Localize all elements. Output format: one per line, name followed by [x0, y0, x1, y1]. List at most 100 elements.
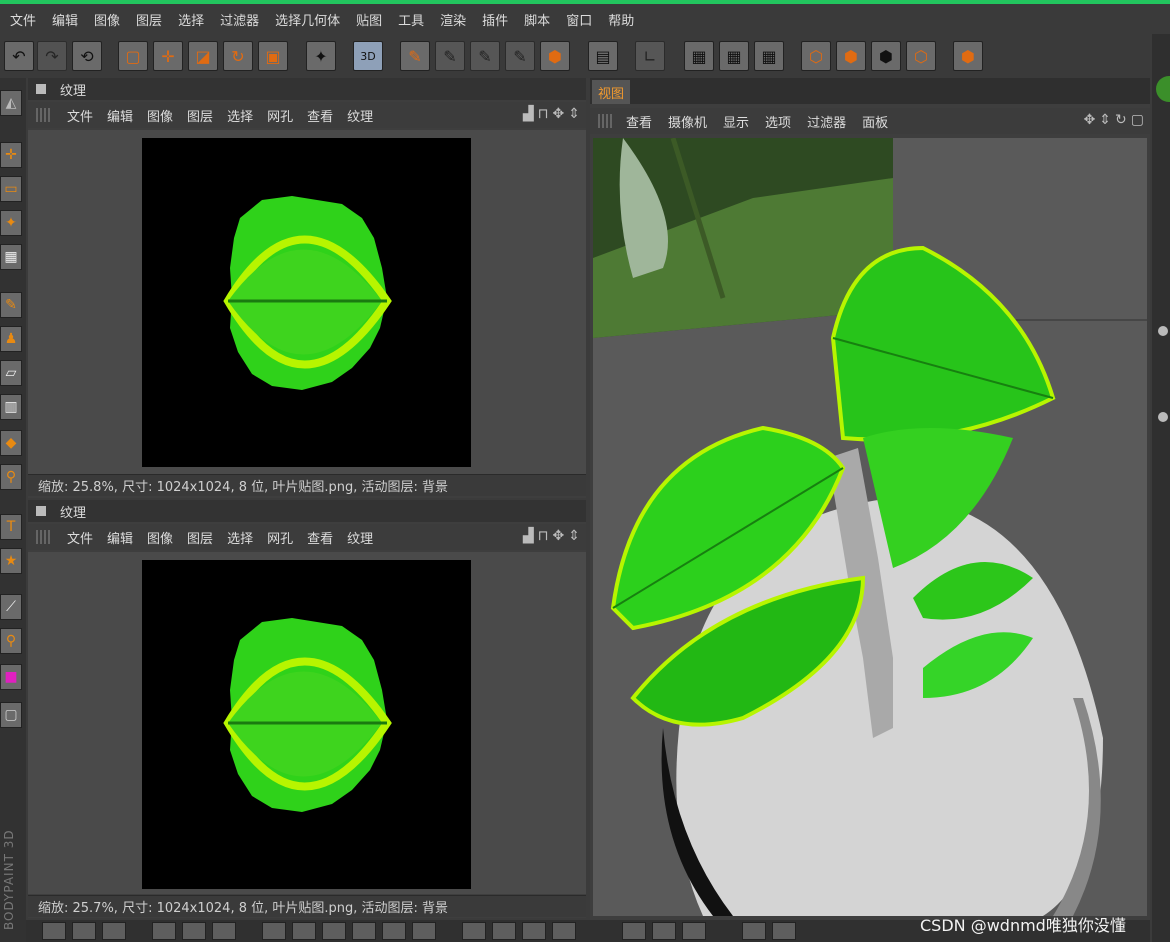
rect-select-icon[interactable]: ▢: [118, 41, 148, 71]
zoom-arrows-icon[interactable]: ⇕: [568, 106, 580, 122]
menu-image[interactable]: 图像: [86, 10, 128, 29]
bottom-tool-icon[interactable]: [292, 922, 316, 940]
checker-tool-icon[interactable]: ▦: [0, 244, 22, 270]
tp2-canvas[interactable]: [28, 552, 586, 894]
cube4-icon[interactable]: ⬡: [906, 41, 936, 71]
tp1-menu-texture[interactable]: 纹理: [340, 106, 380, 125]
menu-window[interactable]: 窗口: [558, 10, 600, 29]
bottom-tool-icon[interactable]: [622, 922, 646, 940]
wand-tool-icon[interactable]: ✦: [0, 210, 22, 236]
menu-layer[interactable]: 图层: [128, 10, 170, 29]
orbit-icon[interactable]: ↻: [1115, 112, 1127, 128]
bottom-tool-icon[interactable]: [682, 922, 706, 940]
bottom-tool-icon[interactable]: [42, 922, 66, 940]
bottom-tool-icon[interactable]: [262, 922, 286, 940]
brush4-icon[interactable]: ✎: [505, 41, 535, 71]
lock-icon[interactable]: ⊓: [538, 106, 549, 122]
menu-help[interactable]: 帮助: [600, 10, 642, 29]
maximize-icon[interactable]: ▢: [1131, 112, 1144, 128]
tp1-menu-edit[interactable]: 编辑: [100, 106, 140, 125]
pan-icon[interactable]: ✥: [553, 528, 565, 544]
move-icon[interactable]: ✛: [153, 41, 183, 71]
tp2-menu-mesh[interactable]: 网孔: [260, 528, 300, 547]
tp2-menu-select[interactable]: 选择: [220, 528, 260, 547]
bottom-tool-icon[interactable]: [522, 922, 546, 940]
bottom-tool-icon[interactable]: [382, 922, 406, 940]
menu-file[interactable]: 文件: [2, 10, 44, 29]
brush2-icon[interactable]: ✎: [435, 41, 465, 71]
clapper-icon[interactable]: ▤: [588, 41, 618, 71]
radio-icon[interactable]: [1158, 326, 1168, 336]
tp2-menu-layer[interactable]: 图层: [180, 528, 220, 547]
menu-edit[interactable]: 编辑: [44, 10, 86, 29]
texture-icon[interactable]: ⬢: [540, 41, 570, 71]
tp1-menu-image[interactable]: 图像: [140, 106, 180, 125]
zoom-arrows-icon[interactable]: ⇕: [568, 528, 580, 544]
rotate-icon[interactable]: ↻: [223, 41, 253, 71]
zoom-tool-icon[interactable]: ⚲: [0, 628, 22, 654]
vp-menu-display[interactable]: 显示: [715, 112, 757, 131]
menu-tools[interactable]: 工具: [390, 10, 432, 29]
bottom-tool-icon[interactable]: [322, 922, 346, 940]
cube3-icon[interactable]: ⬢: [871, 41, 901, 71]
viewport-tab[interactable]: 视图: [592, 80, 631, 104]
bottom-tool-icon[interactable]: [652, 922, 676, 940]
brush-tool-icon[interactable]: ✎: [0, 292, 22, 318]
bottom-tool-icon[interactable]: [152, 922, 176, 940]
brush-icon[interactable]: ✎: [400, 41, 430, 71]
bottom-tool-icon[interactable]: [492, 922, 516, 940]
tp2-menu-texture[interactable]: 纹理: [340, 528, 380, 547]
cube2-icon[interactable]: ⬢: [836, 41, 866, 71]
eraser-tool-icon[interactable]: ▱: [0, 360, 22, 386]
checker2-icon[interactable]: ▦: [719, 41, 749, 71]
menu-script[interactable]: 脚本: [516, 10, 558, 29]
tp1-menu-select[interactable]: 选择: [220, 106, 260, 125]
tp1-menu-layer[interactable]: 图层: [180, 106, 220, 125]
color-swatch-icon[interactable]: ■: [0, 664, 22, 690]
scale-icon[interactable]: ◪: [188, 41, 218, 71]
pan-icon[interactable]: ✥: [553, 106, 565, 122]
tp1-canvas[interactable]: [28, 130, 586, 474]
select-tool-icon[interactable]: ◭: [0, 90, 22, 116]
dodge-tool-icon[interactable]: ⚲: [0, 464, 22, 490]
tp2-menu-image[interactable]: 图像: [140, 528, 180, 547]
bottom-tool-icon[interactable]: [102, 922, 126, 940]
menu-plugins[interactable]: 插件: [474, 10, 516, 29]
cube-icon[interactable]: ⬡: [801, 41, 831, 71]
tp2-menu-view[interactable]: 查看: [300, 528, 340, 547]
picker-tool-icon[interactable]: ⟋: [0, 594, 22, 620]
layer-tool-icon[interactable]: ▢: [0, 702, 22, 728]
brush3-icon[interactable]: ✎: [470, 41, 500, 71]
vp-menu-options[interactable]: 选项: [757, 112, 799, 131]
menu-texture[interactable]: 贴图: [348, 10, 390, 29]
tp1-menu-view[interactable]: 查看: [300, 106, 340, 125]
tp2-menu-file[interactable]: 文件: [60, 528, 100, 547]
histogram-icon[interactable]: ▟: [523, 528, 534, 544]
bottom-tool-icon[interactable]: [182, 922, 206, 940]
marquee-tool-icon[interactable]: ▭: [0, 176, 22, 202]
menu-render[interactable]: 渲染: [432, 10, 474, 29]
tp1-menu-file[interactable]: 文件: [60, 106, 100, 125]
bottom-tool-icon[interactable]: [772, 922, 796, 940]
axis-icon[interactable]: ∟: [635, 41, 665, 71]
checker-icon[interactable]: ▦: [684, 41, 714, 71]
text-tool-icon[interactable]: T: [0, 514, 22, 540]
pan-icon[interactable]: ✥: [1084, 112, 1096, 128]
menu-select-geometry[interactable]: 选择几何体: [267, 10, 348, 29]
fill-tool-icon[interactable]: ◆: [0, 430, 22, 456]
vp-menu-camera[interactable]: 摄像机: [660, 112, 715, 131]
gradient-tool-icon[interactable]: ▥: [0, 394, 22, 420]
lock-icon[interactable]: ▣: [258, 41, 288, 71]
paint-3d-icon[interactable]: 3D: [353, 41, 383, 71]
undo-icon[interactable]: ↶: [4, 41, 34, 71]
tp1-menu-mesh[interactable]: 网孔: [260, 106, 300, 125]
move-tool-icon[interactable]: ✛: [0, 142, 22, 168]
redo-icon[interactable]: ↷: [37, 41, 67, 71]
bottom-tool-icon[interactable]: [72, 922, 96, 940]
stamp-tool-icon[interactable]: ♟: [0, 326, 22, 352]
bottom-tool-icon[interactable]: [412, 922, 436, 940]
bottom-tool-icon[interactable]: [742, 922, 766, 940]
bottom-tool-icon[interactable]: [352, 922, 376, 940]
bottom-tool-icon[interactable]: [462, 922, 486, 940]
menu-select[interactable]: 选择: [170, 10, 212, 29]
